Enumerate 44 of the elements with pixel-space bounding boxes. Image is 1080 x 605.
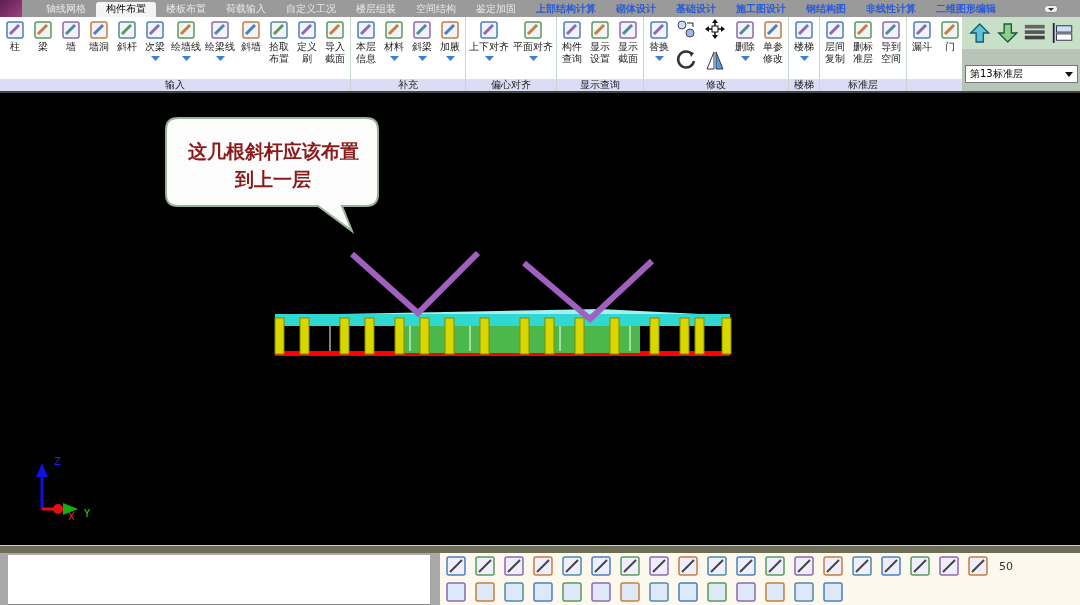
group-label: 显示查询 [557, 78, 643, 91]
ribbon-tool-button[interactable]: 墙洞 [85, 19, 113, 79]
tab[interactable]: 构件布置 [96, 2, 156, 17]
ribbon-tool-button[interactable]: 删标 准层 [849, 19, 877, 79]
floor-dropdown[interactable]: 第13标准层 [965, 65, 1078, 83]
ribbon-tool-button[interactable]: 导到 空间 [877, 19, 905, 79]
ribbon-tool-button[interactable]: 绘梁线 [203, 19, 237, 79]
ribbon-tool-button[interactable]: 拾取 布置 [265, 19, 293, 79]
group-label: 偏心对齐 [466, 78, 556, 91]
group-label: 输入 [0, 78, 350, 91]
ribbon-tool-button[interactable]: 删除 [731, 19, 759, 79]
ribbon-tool-button[interactable]: 定义 刷 [293, 19, 321, 79]
ribbon-tool-button[interactable]: 斜杆 [113, 19, 141, 79]
ribbon-tool-button[interactable]: 漏斗 [908, 19, 936, 79]
ribbon-tool-button[interactable]: 替换 [645, 19, 673, 79]
ribbon-tool-button[interactable]: 墙 [57, 19, 85, 79]
group-label: 楼梯 [789, 78, 819, 91]
ribbon-tool-button[interactable]: 绘墙线 [169, 19, 203, 79]
ribbon-tool-button[interactable]: 柱 [1, 19, 29, 79]
group-label: 标准层 [820, 78, 906, 91]
ribbon-tool-button[interactable]: 门 [936, 19, 962, 79]
ribbon-tool-button[interactable]: 材料 [380, 19, 408, 79]
ribbon-tool-button[interactable]: 单参 修改 [759, 19, 787, 79]
ribbon-tool-button[interactable]: 楼梯 [790, 19, 818, 79]
ribbon-tool-button[interactable]: 梁 [29, 19, 57, 79]
ribbon-tool-button[interactable]: 平面对齐 [511, 19, 555, 79]
group-label: 补充 [351, 78, 465, 91]
axis-label: Y [84, 508, 91, 519]
ribbon-tool-button[interactable]: 显示 截面 [614, 19, 642, 79]
ribbon-tool-button[interactable]: 本层 信息 [352, 19, 380, 79]
ribbon-tool-button[interactable]: 斜墙 [237, 19, 265, 79]
ribbon-tool-button[interactable]: 显示 设置 [586, 19, 614, 79]
ribbon-tool-button[interactable]: 上下对齐 [467, 19, 511, 79]
group-label: 修改 [644, 78, 788, 91]
callout-text: 这几根斜杆应该布置到上一层 [186, 138, 360, 192]
axis-label: X [68, 511, 75, 522]
ribbon-tool-button[interactable]: 斜梁 [408, 19, 436, 79]
ribbon-tool-button[interactable]: 次梁 [141, 19, 169, 79]
ribbon-tool-button[interactable]: 加腋 [436, 19, 464, 79]
ribbon-tool-button[interactable]: 构件 查询 [558, 19, 586, 79]
ribbon-tool-button[interactable]: 导入 截面 [321, 19, 349, 79]
ribbon-tool-button[interactable]: 层间 复制 [821, 19, 849, 79]
axis-label: Z [54, 456, 61, 467]
scale-button[interactable]: 50 [995, 559, 1017, 573]
